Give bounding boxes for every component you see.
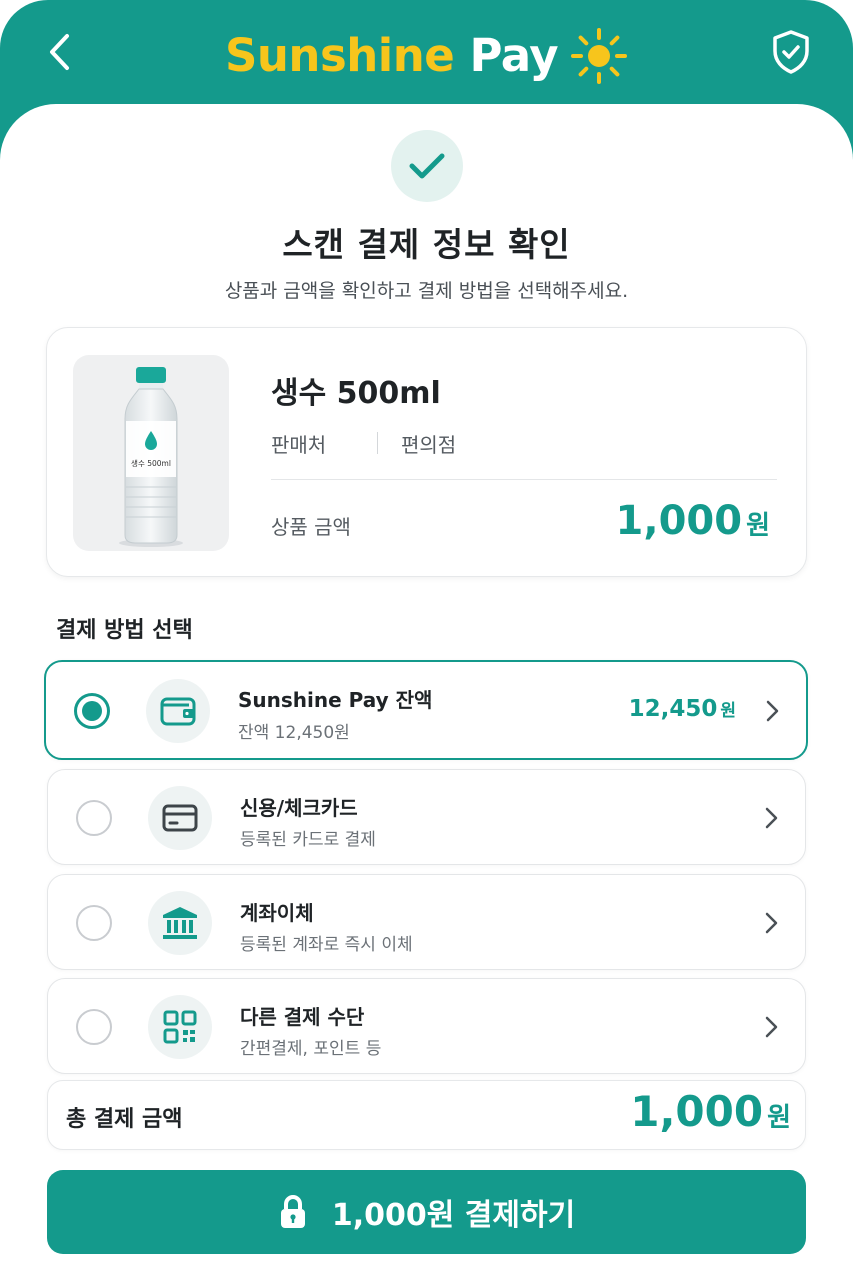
page-title: 스캔 결제 정보 확인 <box>282 225 571 264</box>
check-icon <box>409 153 445 179</box>
balance-amount-unit: 원 <box>720 701 736 721</box>
brand-name: Sunshine Pay <box>224 26 559 86</box>
radio-unselected[interactable] <box>76 905 112 941</box>
price-label: 상품 금액 <box>271 515 351 539</box>
radio-selected[interactable] <box>74 693 110 729</box>
payment-method-card[interactable]: 신용/체크카드 등록된 카드로 결제 <box>47 769 806 865</box>
method-subtitle: 등록된 계좌로 즉시 이체 <box>240 935 413 955</box>
product-name: 생수 500ml <box>271 376 441 411</box>
bank-icon <box>163 907 197 939</box>
seller-value: 편의점 <box>401 433 457 457</box>
app-frame: Sunshine Pay 스캔 결제 정보 확인 상품과 금액을 확인하고 결제… <box>0 0 853 1280</box>
header: Sunshine Pay <box>0 0 853 110</box>
method-title: Sunshine Pay 잔액 <box>238 688 433 712</box>
brand-name-part1: Sunshine <box>224 29 455 82</box>
pay-button-label: 1,000원 결제하기 <box>331 1198 576 1233</box>
total-amount-unit: 원 <box>767 1103 791 1133</box>
payment-method-sunshine-pay[interactable]: Sunshine Pay 잔액 잔액 12,450원 12,450 원 <box>44 660 808 760</box>
total-amount: 1,000 원 <box>630 1087 791 1136</box>
method-subtitle: 간편결제, 포인트 등 <box>240 1039 382 1059</box>
product-card: 생수 500ml 생수 500ml 판매처 편의점 상품 금액 1,000 원 <box>46 327 807 577</box>
qr-code-icon <box>163 1010 197 1044</box>
chevron-right-icon <box>765 1016 778 1038</box>
method-subtitle: 잔액 12,450원 <box>238 723 350 743</box>
method-title: 신용/체크카드 <box>240 796 358 820</box>
card-divider <box>271 479 777 480</box>
chevron-right-icon <box>765 912 778 934</box>
shield-check-icon <box>773 30 809 74</box>
product-price-amount: 1,000 <box>615 498 743 544</box>
payment-method-other[interactable]: 다른 결제 수단 간편결제, 포인트 등 <box>47 978 806 1074</box>
product-image: 생수 500ml <box>73 355 229 551</box>
method-icon-wrap <box>146 679 210 743</box>
radio-unselected[interactable] <box>76 1009 112 1045</box>
method-title: 다른 결제 수단 <box>240 1005 365 1029</box>
method-icon-wrap <box>148 786 212 850</box>
radio-unselected[interactable] <box>76 800 112 836</box>
seller-divider <box>377 432 378 454</box>
pay-button[interactable]: 1,000원 결제하기 <box>47 1170 806 1254</box>
method-subtitle: 등록된 카드로 결제 <box>240 830 376 850</box>
product-price-unit: 원 <box>746 511 770 541</box>
security-button[interactable] <box>769 28 813 76</box>
payment-section-title: 결제 방법 선택 <box>56 618 193 643</box>
lock-icon <box>280 1195 305 1228</box>
content-sheet: 스캔 결제 정보 확인 상품과 금액을 확인하고 결제 방법을 선택해주세요. <box>0 104 853 1280</box>
method-icon-wrap <box>148 995 212 1059</box>
chevron-right-icon <box>765 807 778 829</box>
wallet-icon <box>160 697 196 726</box>
page-subtitle: 상품과 금액을 확인하고 결제 방법을 선택해주세요. <box>224 280 629 302</box>
water-bottle-image: 생수 500ml <box>119 367 183 547</box>
credit-card-icon <box>162 804 198 832</box>
total-summary: 총 결제 금액 1,000 원 <box>47 1080 806 1150</box>
payment-method-bank-transfer[interactable]: 계좌이체 등록된 계좌로 즉시 이체 <box>47 874 806 970</box>
confirm-badge <box>391 130 463 202</box>
chevron-right-icon <box>766 700 779 722</box>
balance-amount-value: 12,450 <box>628 696 718 722</box>
total-amount-value: 1,000 <box>630 1087 764 1136</box>
balance-amount: 12,450 원 <box>629 696 736 722</box>
method-icon-wrap <box>148 891 212 955</box>
brand-logo: Sunshine Pay <box>0 26 853 86</box>
seller-label: 판매처 <box>271 433 327 457</box>
total-label: 총 결제 금액 <box>66 1107 183 1132</box>
method-title: 계좌이체 <box>240 901 314 925</box>
bottle-label: 생수 500ml <box>131 458 171 468</box>
product-price: 1,000 원 <box>616 498 770 544</box>
sun-icon <box>571 28 628 84</box>
brand-name-part2: Pay <box>469 29 559 82</box>
